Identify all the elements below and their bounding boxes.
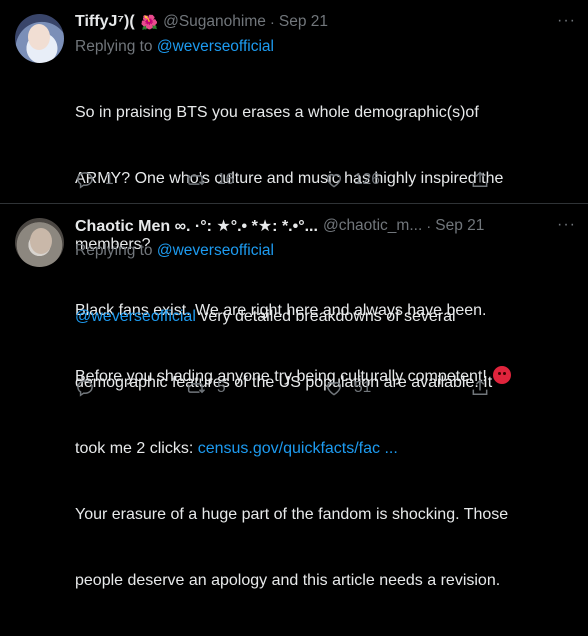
separator: · — [426, 217, 432, 235]
retweet-icon — [187, 383, 206, 394]
heart-icon — [327, 174, 341, 188]
avatar[interactable] — [15, 218, 64, 267]
retweet-count: 16 — [217, 171, 235, 188]
like-button[interactable]: 126 — [324, 170, 380, 190]
retweet-button[interactable]: 5 — [187, 378, 226, 398]
flower-emoji: 🌺 — [140, 13, 159, 30]
replying-to-handle[interactable]: @weverseofficial — [157, 38, 274, 55]
tweet[interactable]: ··· Chaotic Men ∞. ·°: ★°.• *★: *.•°... … — [0, 204, 588, 589]
census-link[interactable]: census.gov/quickfacts/fac — [198, 440, 380, 457]
replying-to-label: Replying to — [75, 242, 153, 259]
replying-to: Replying to @weverseofficial — [75, 240, 558, 262]
share-button[interactable] — [470, 378, 500, 398]
more-options-icon[interactable]: ··· — [557, 12, 576, 30]
display-name[interactable]: Chaotic Men ∞. ·°: ★°.• *★: *.•°... — [75, 216, 318, 236]
reply-button[interactable] — [75, 378, 105, 398]
separator: · — [269, 13, 275, 31]
retweet-icon — [187, 174, 206, 186]
tweet-actions: 5 51 — [75, 378, 515, 400]
user-handle[interactable]: @chaotic_m... — [323, 217, 422, 235]
more-options-icon[interactable]: ··· — [557, 216, 576, 234]
like-button[interactable]: 51 — [324, 378, 371, 398]
heart-icon — [327, 382, 341, 396]
tweet-actions: 1 16 126 — [75, 170, 515, 192]
tweet-text-line: So in praising BTS you erases a whole de… — [75, 104, 479, 121]
tweet-text-line: @weverseofficial very detailed breakdown… — [75, 306, 558, 328]
retweet-count: 5 — [217, 379, 226, 396]
replying-to: Replying to @weverseofficial — [75, 36, 558, 58]
tweet-text-line: people deserve an apology and this artic… — [75, 572, 501, 589]
share-icon — [472, 171, 488, 187]
tweet-header: Chaotic Men ∞. ·°: ★°.• *★: *.•°... @cha… — [75, 214, 558, 238]
tweet-header: TiffyJ⁷)( 🌺 @Suganohime · Sep 21 — [75, 10, 558, 34]
tweet-text-line: took me 2 clicks: census.gov/quickfacts/… — [75, 438, 558, 460]
share-button[interactable] — [470, 170, 500, 190]
share-icon — [472, 379, 488, 395]
like-count: 126 — [354, 171, 380, 188]
display-name[interactable]: TiffyJ⁷)( — [75, 13, 135, 31]
tweet-text-segment: very detailed breakdowns of several — [195, 308, 456, 325]
link-ellipsis[interactable]: ... — [384, 440, 397, 457]
retweet-button[interactable]: 16 — [187, 170, 234, 190]
tweet[interactable]: ··· TiffyJ⁷)( 🌺 @Suganohime · Sep 21 Rep… — [0, 0, 588, 385]
user-handle[interactable]: @Suganohime — [163, 13, 266, 31]
replying-to-label: Replying to — [75, 38, 153, 55]
tweet-text-line: Your erasure of a huge part of the fando… — [75, 506, 509, 523]
tweet-text-segment: took me 2 clicks: — [75, 440, 198, 457]
reply-count: 1 — [105, 171, 114, 188]
reply-icon — [77, 380, 93, 397]
reply-icon — [77, 172, 93, 189]
like-count: 51 — [354, 379, 372, 396]
replying-to-handle[interactable]: @weverseofficial — [157, 242, 274, 259]
timestamp[interactable]: Sep 21 — [435, 217, 484, 235]
reply-button[interactable]: 1 — [75, 170, 114, 190]
mention-link[interactable]: @weverseofficial — [75, 308, 196, 325]
avatar[interactable] — [15, 14, 64, 63]
timestamp[interactable]: Sep 21 — [279, 13, 328, 31]
tweet-text: @weverseofficial very detailed breakdown… — [75, 262, 558, 636]
